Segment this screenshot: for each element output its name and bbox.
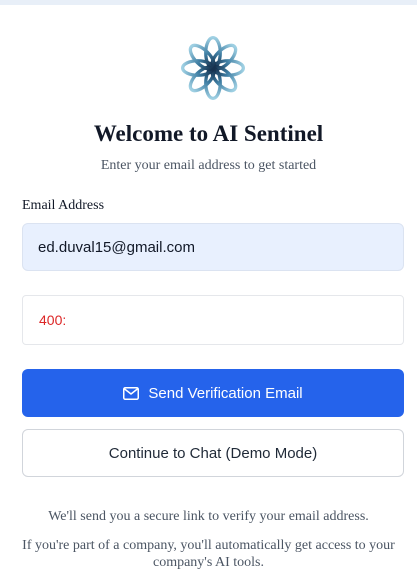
error-message: 400: [39, 312, 67, 328]
company-note-text: If you're part of a company, you'll auto… [22, 538, 395, 570]
page-subtitle: Enter your email address to get started [100, 158, 317, 173]
continue-demo-button[interactable]: Continue to Chat (Demo Mode) [22, 429, 404, 477]
error-box: 400: [22, 295, 404, 345]
email-field[interactable] [22, 223, 404, 271]
email-label: Email Address [22, 198, 105, 213]
verification-info-text: We'll send you a secure link to verify y… [48, 509, 369, 524]
page-title: Welcome to AI Sentinel [93, 121, 324, 146]
send-button-label: Send Verification Email [148, 384, 303, 402]
demo-button-label: Continue to Chat (Demo Mode) [108, 444, 318, 462]
flower-logo-icon [180, 35, 246, 101]
top-strip [0, 0, 417, 5]
send-verification-email-button[interactable]: Send Verification Email [22, 369, 404, 417]
mail-icon [123, 386, 140, 400]
